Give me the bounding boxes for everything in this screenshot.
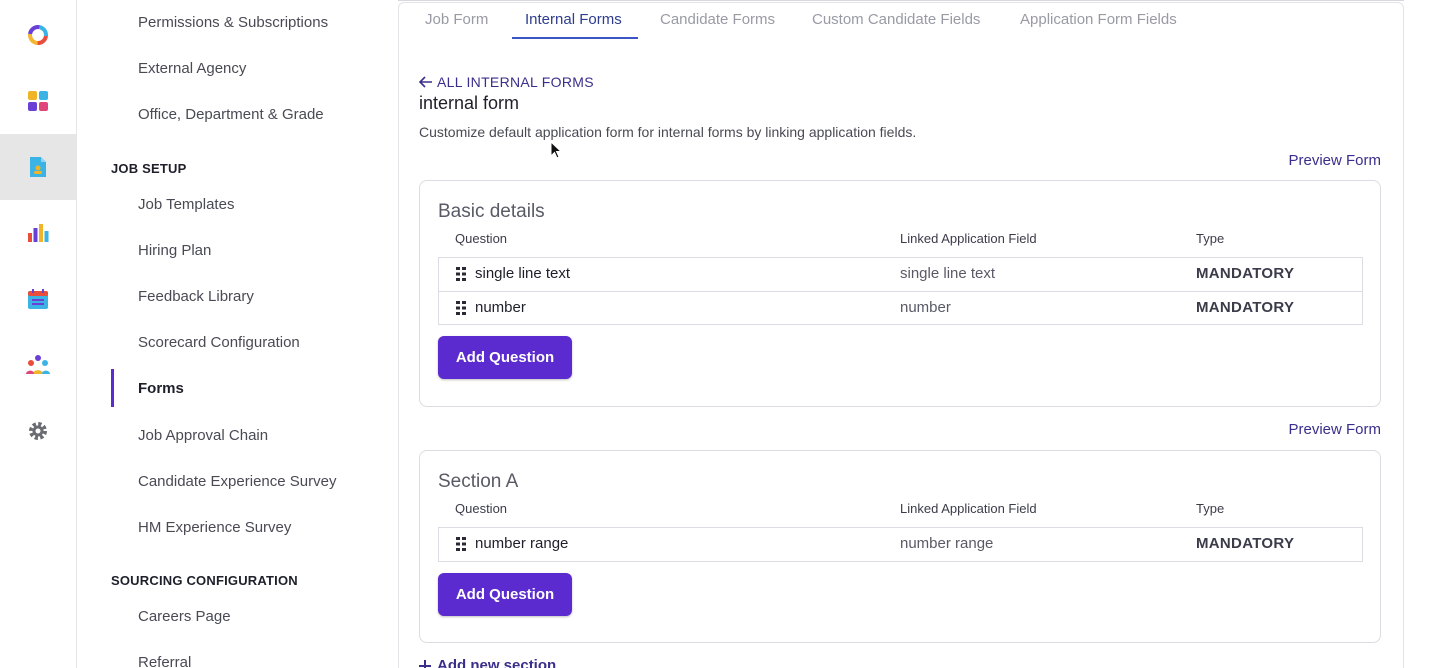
linked-field-cell: number range [900,535,994,552]
form-title: internal form [419,93,520,113]
tab-internal-forms[interactable]: Internal Forms [525,11,622,28]
drag-handle-icon[interactable] [456,536,467,551]
question-label: single line text [475,265,571,282]
add-new-section-label: Add new section [437,657,557,668]
section-card-section-a: Section A Question Linked Application Fi… [419,450,1381,643]
dashboard-icon[interactable] [0,68,76,134]
question-cell: single line text [456,265,570,282]
column-header-type: Type [1196,231,1225,246]
back-link-label: ALL INTERNAL FORMS [437,74,594,90]
tab-candidate-forms[interactable]: Candidate Forms [660,11,775,28]
top-divider [398,0,1404,1]
sidebar-item-referral[interactable]: Referral [138,654,191,668]
sidebar-item-feedback-library[interactable]: Feedback Library [138,288,254,305]
preview-form-link-2[interactable]: Preview Form [1288,421,1381,438]
sidebar-item-office-department-grade[interactable]: Office, Department & Grade [138,106,324,123]
drag-handle-icon[interactable] [456,266,467,281]
app-logo-icon[interactable] [0,2,76,68]
reports-icon[interactable] [0,200,76,266]
drag-handle-icon[interactable] [456,300,467,315]
section-title: Basic details [438,201,545,222]
sidebar-item-scorecard-configuration[interactable]: Scorecard Configuration [138,334,300,351]
tab-custom-candidate-fields[interactable]: Custom Candidate Fields [812,11,980,28]
settings-sidebar: Permissions & Subscriptions External Age… [77,0,398,668]
sidebar-item-hm-experience-survey[interactable]: HM Experience Survey [138,519,291,536]
table-row[interactable]: number range number range MANDATORY [439,528,1362,561]
type-cell: MANDATORY [1196,265,1295,282]
section-card-basic-details: Basic details Question Linked Applicatio… [419,180,1381,407]
back-to-internal-forms-link[interactable]: ALL INTERNAL FORMS [419,74,594,90]
sidebar-item-forms[interactable]: Forms [111,369,184,407]
sidebar-section-job-setup: JOB SETUP [111,161,187,176]
column-header-linked-field: Linked Application Field [900,231,1037,246]
sidebar-item-hiring-plan[interactable]: Hiring Plan [138,242,211,259]
jobs-icon[interactable] [0,134,76,200]
questions-table: single line text single line text MANDAT… [438,257,1363,325]
question-label: number [475,299,526,316]
type-cell: MANDATORY [1196,535,1295,552]
questions-table: number range number range MANDATORY [438,527,1363,562]
section-title: Section A [438,471,519,492]
tab-application-form-fields[interactable]: Application Form Fields [1020,11,1177,28]
sidebar-section-sourcing: SOURCING CONFIGURATION [111,573,298,588]
linked-field-cell: single line text [900,265,996,282]
question-cell: number range [456,535,568,552]
add-question-button[interactable]: Add Question [438,573,572,616]
arrow-left-icon [419,76,432,88]
column-header-linked-field: Linked Application Field [900,501,1037,516]
column-header-type: Type [1196,501,1225,516]
active-tab-indicator [512,37,638,39]
question-cell: number [456,299,526,316]
sidebar-item-permissions[interactable]: Permissions & Subscriptions [138,14,328,31]
app-nav-rail [0,0,77,668]
team-icon[interactable] [0,332,76,398]
preview-form-link[interactable]: Preview Form [1288,152,1381,169]
table-row[interactable]: single line text single line text MANDAT… [439,258,1362,291]
add-question-button[interactable]: Add Question [438,336,572,379]
tab-job-form[interactable]: Job Form [425,11,488,28]
sidebar-item-job-approval-chain[interactable]: Job Approval Chain [138,427,268,444]
column-header-question: Question [455,231,508,246]
sidebar-item-candidate-experience-survey[interactable]: Candidate Experience Survey [138,473,336,490]
linked-field-cell: number [900,299,951,316]
calendar-icon[interactable] [0,266,76,332]
column-header-question: Question [455,501,508,516]
add-new-section-link[interactable]: Add new section [419,657,556,668]
plus-icon [419,659,431,668]
settings-icon[interactable] [0,398,76,464]
mouse-cursor-icon [550,141,562,159]
main-panel: Job Form Internal Forms Candidate Forms … [398,2,1404,668]
form-description: Customize default application form for i… [419,124,917,140]
sidebar-item-job-templates[interactable]: Job Templates [138,196,234,213]
type-cell: MANDATORY [1196,299,1295,316]
question-label: number range [475,535,569,552]
sidebar-item-careers-page[interactable]: Careers Page [138,608,231,625]
sidebar-item-external-agency[interactable]: External Agency [138,60,246,77]
table-row[interactable]: number number MANDATORY [439,291,1362,324]
